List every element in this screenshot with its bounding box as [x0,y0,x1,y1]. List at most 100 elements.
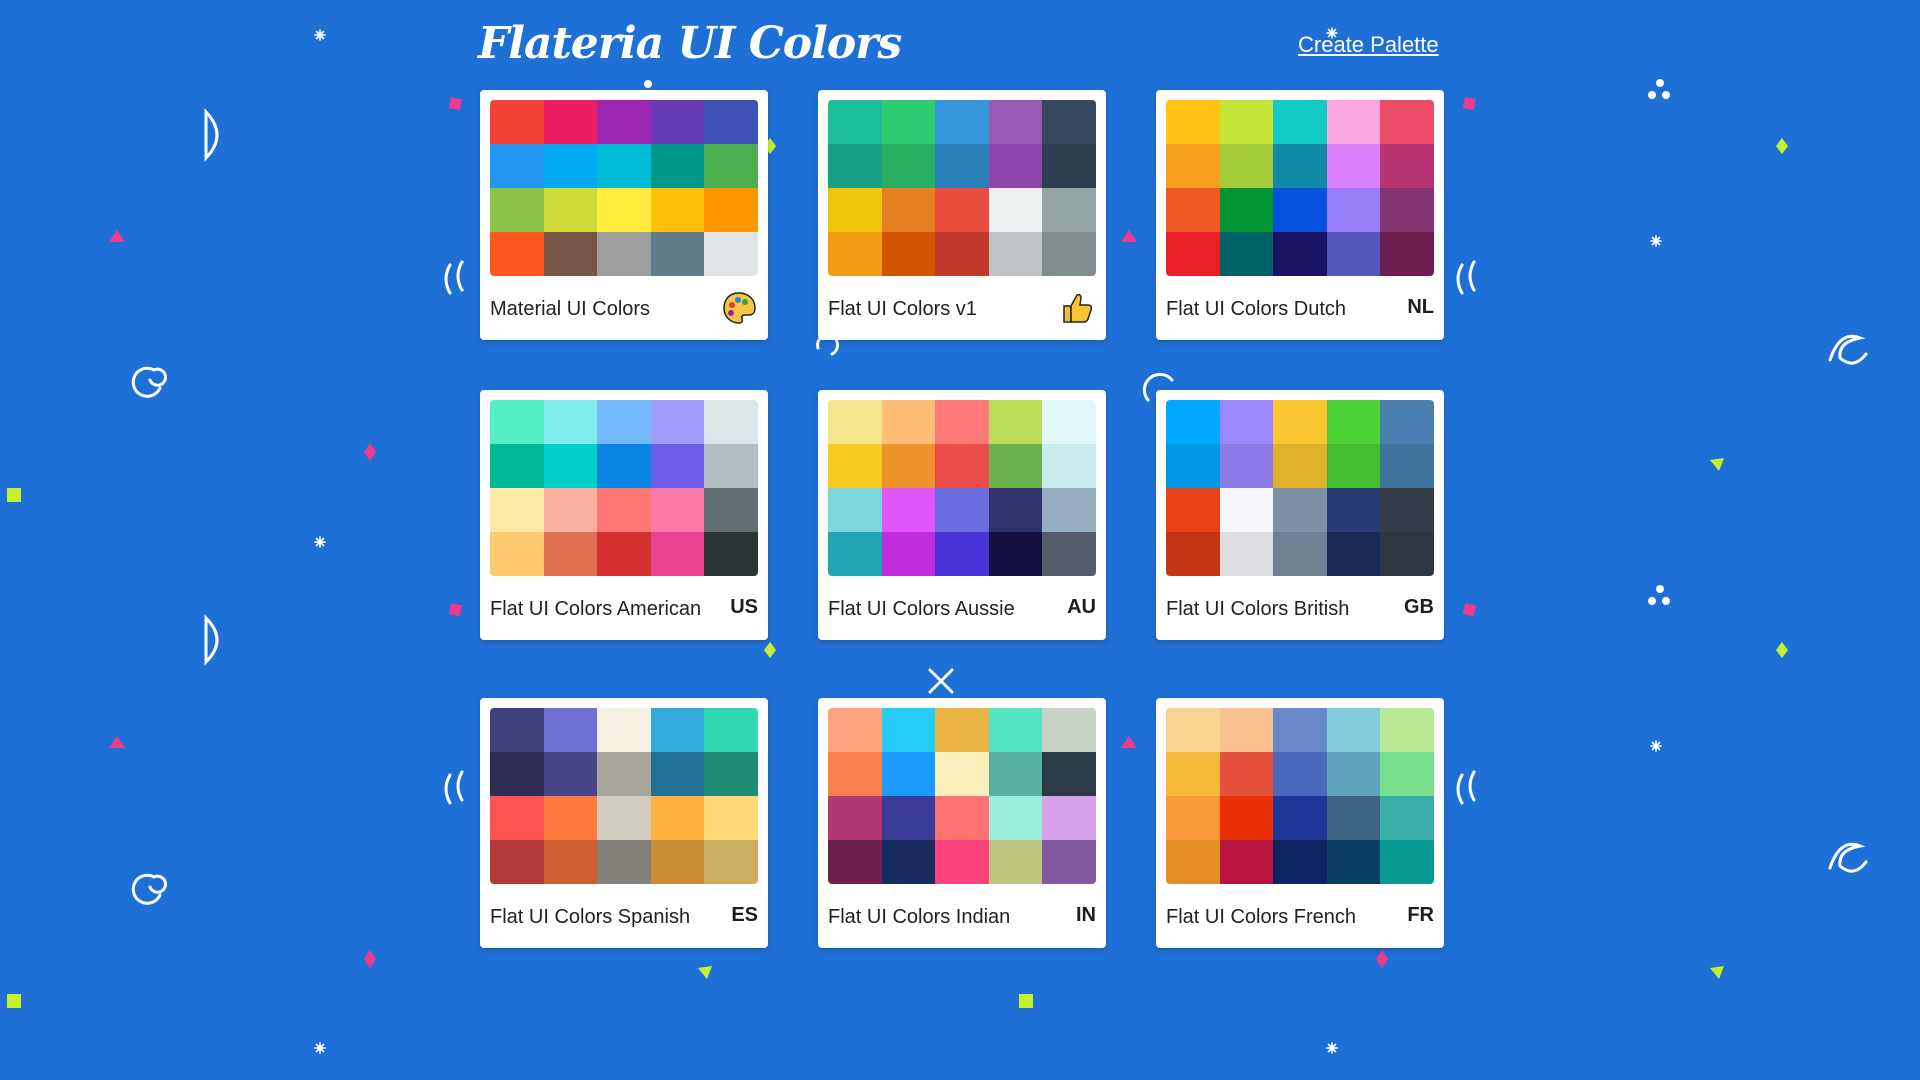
color-swatch[interactable] [597,488,651,532]
color-swatch[interactable] [490,708,544,752]
palette-card[interactable]: Flat UI Colors British GB [1156,390,1444,640]
color-swatch[interactable] [650,232,705,276]
color-swatch[interactable] [988,400,1043,444]
color-swatch[interactable] [1380,232,1434,276]
color-swatch[interactable] [828,444,882,488]
palette-card[interactable]: Flat UI Colors Dutch NL [1156,90,1444,340]
color-swatch[interactable] [704,188,758,232]
color-swatch[interactable] [543,400,598,444]
color-swatch[interactable] [1219,840,1274,884]
color-swatch[interactable] [1380,188,1434,232]
color-swatch[interactable] [1380,400,1434,444]
color-swatch[interactable] [1042,444,1096,488]
color-swatch[interactable] [597,232,651,276]
color-swatch[interactable] [597,188,651,232]
color-swatch[interactable] [1042,752,1096,796]
color-swatch[interactable] [828,188,882,232]
palette-card[interactable]: Flat UI Colors French FR [1156,698,1444,948]
color-swatch[interactable] [650,532,705,576]
color-swatch[interactable] [828,400,882,444]
color-swatch[interactable] [1042,144,1096,188]
color-swatch[interactable] [1380,444,1434,488]
color-swatch[interactable] [881,444,936,488]
color-swatch[interactable] [490,188,544,232]
color-swatch[interactable] [1380,840,1434,884]
color-swatch[interactable] [935,188,989,232]
color-swatch[interactable] [828,488,882,532]
color-swatch[interactable] [1326,400,1381,444]
color-swatch[interactable] [1326,488,1381,532]
color-swatch[interactable] [597,444,651,488]
color-swatch[interactable] [650,100,705,144]
color-swatch[interactable] [543,532,598,576]
color-swatch[interactable] [650,144,705,188]
color-swatch[interactable] [1273,840,1327,884]
color-swatch[interactable] [828,752,882,796]
color-swatch[interactable] [1273,400,1327,444]
color-swatch[interactable] [704,752,758,796]
color-swatch[interactable] [1166,444,1220,488]
color-swatch[interactable] [1326,444,1381,488]
color-swatch[interactable] [988,144,1043,188]
color-swatch[interactable] [1380,752,1434,796]
color-swatch[interactable] [1326,100,1381,144]
color-swatch[interactable] [1326,532,1381,576]
color-swatch[interactable] [704,100,758,144]
color-swatch[interactable] [1326,752,1381,796]
color-swatch[interactable] [490,400,544,444]
color-swatch[interactable] [935,796,989,840]
color-swatch[interactable] [1380,100,1434,144]
color-swatch[interactable] [1166,488,1220,532]
color-swatch[interactable] [1326,144,1381,188]
color-swatch[interactable] [1380,532,1434,576]
color-swatch[interactable] [828,100,882,144]
color-swatch[interactable] [1273,232,1327,276]
color-swatch[interactable] [490,144,544,188]
color-swatch[interactable] [490,100,544,144]
color-swatch[interactable] [1273,188,1327,232]
color-swatch[interactable] [935,144,989,188]
color-swatch[interactable] [597,144,651,188]
color-swatch[interactable] [881,144,936,188]
color-swatch[interactable] [543,796,598,840]
color-swatch[interactable] [543,188,598,232]
palette-card[interactable]: Flat UI Colors Indian IN [818,698,1106,948]
color-swatch[interactable] [881,840,936,884]
color-swatch[interactable] [704,232,758,276]
color-swatch[interactable] [597,796,651,840]
color-swatch[interactable] [1166,796,1220,840]
color-swatch[interactable] [543,752,598,796]
color-swatch[interactable] [1273,444,1327,488]
palette-card[interactable]: Flat UI Colors v1 [818,90,1106,340]
color-swatch[interactable] [1380,488,1434,532]
color-swatch[interactable] [490,232,544,276]
color-swatch[interactable] [597,400,651,444]
color-swatch[interactable] [543,444,598,488]
color-swatch[interactable] [828,708,882,752]
color-swatch[interactable] [650,752,705,796]
color-swatch[interactable] [1273,532,1327,576]
color-swatch[interactable] [1273,752,1327,796]
color-swatch[interactable] [881,488,936,532]
color-swatch[interactable] [988,488,1043,532]
palette-card[interactable]: Flat UI Colors American US [480,390,768,640]
color-swatch[interactable] [935,708,989,752]
color-swatch[interactable] [1219,188,1274,232]
color-swatch[interactable] [650,796,705,840]
color-swatch[interactable] [935,532,989,576]
color-swatch[interactable] [935,752,989,796]
color-swatch[interactable] [828,232,882,276]
color-swatch[interactable] [828,840,882,884]
color-swatch[interactable] [828,532,882,576]
color-swatch[interactable] [1326,232,1381,276]
color-swatch[interactable] [650,444,705,488]
color-swatch[interactable] [988,840,1043,884]
color-swatch[interactable] [1166,100,1220,144]
color-swatch[interactable] [988,232,1043,276]
color-swatch[interactable] [935,840,989,884]
create-palette-link[interactable]: Create Palette [1298,32,1439,58]
color-swatch[interactable] [935,232,989,276]
color-swatch[interactable] [935,488,989,532]
color-swatch[interactable] [1219,232,1274,276]
color-swatch[interactable] [490,752,544,796]
